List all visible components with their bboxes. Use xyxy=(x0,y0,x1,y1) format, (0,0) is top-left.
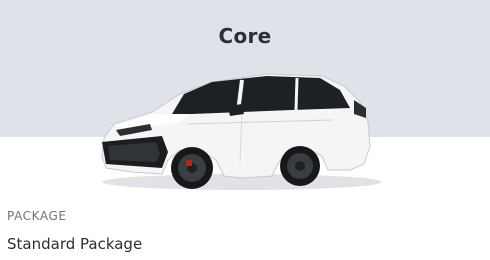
car-icon xyxy=(101,73,382,190)
package-label: PACKAGE xyxy=(7,209,67,223)
trim-card[interactable]: Core PACKAGE Standard Package xyxy=(0,0,490,260)
trim-title: Core xyxy=(218,24,272,48)
package-value: Standard Package xyxy=(7,235,143,253)
